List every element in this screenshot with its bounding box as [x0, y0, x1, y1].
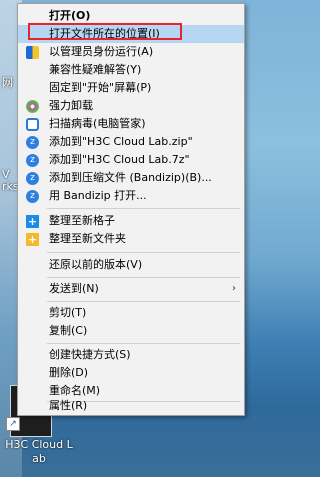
menu-item-send-to[interactable]: 发送到(N) › — [18, 280, 244, 298]
menu-item-label: 整理至新格子 — [49, 214, 115, 227]
bandizip-icon: z — [26, 190, 39, 203]
chevron-right-icon: › — [232, 283, 236, 294]
menu-item-label: 创建快捷方式(S) — [49, 348, 131, 361]
desktop-edge-text: 网 — [2, 76, 13, 89]
menu-item-label: 添加到"H3C Cloud Lab.zip" — [49, 135, 193, 148]
menu-separator — [47, 208, 240, 209]
menu-item-run-as-admin[interactable]: 以管理员身份运行(A) — [18, 43, 244, 61]
menu-item-label: 兼容性疑难解答(Y) — [49, 63, 142, 76]
menu-item-pin-to-start[interactable]: 固定到"开始"屏幕(P) — [18, 79, 244, 97]
menu-item-add-to-archive[interactable]: z 添加到压缩文件 (Bandizip)(B)... — [18, 169, 244, 187]
menu-item-label: 还原以前的版本(V) — [49, 258, 143, 271]
scan-shield-icon — [26, 118, 39, 131]
menu-item-label: 属性(R) — [49, 399, 88, 412]
desktop-icon-label[interactable]: H3C Cloud L ab — [4, 438, 74, 466]
menu-separator — [47, 343, 240, 344]
menu-item-label: 剪切(T) — [49, 306, 87, 319]
menu-item-label: 扫描病毒(电脑管家) — [49, 117, 146, 130]
menu-item-scan-virus[interactable]: 扫描病毒(电脑管家) — [18, 115, 244, 133]
menu-item-create-shortcut[interactable]: 创建快捷方式(S) — [18, 346, 244, 364]
context-menu: 打开(O) 打开文件所在的位置(I) 以管理员身份运行(A) 兼容性疑难解答(Y… — [17, 3, 245, 416]
uninstall-flower-icon — [26, 100, 39, 113]
menu-item-label: 复制(C) — [49, 324, 88, 337]
menu-item-organize-new-folder[interactable]: + 整理至新文件夹 — [18, 230, 244, 248]
menu-item-add-to-7z[interactable]: z 添加到"H3C Cloud Lab.7z" — [18, 151, 244, 169]
menu-item-label: 发送到(N) — [49, 282, 99, 295]
menu-item-troubleshoot-compatibility[interactable]: 兼容性疑难解答(Y) — [18, 61, 244, 79]
shortcut-arrow-icon: ↗ — [6, 417, 20, 431]
menu-item-label: 添加到"H3C Cloud Lab.7z" — [49, 153, 190, 166]
plus-icon: + — [26, 215, 39, 228]
menu-item-restore-previous-versions[interactable]: 还原以前的版本(V) — [18, 256, 244, 274]
menu-item-delete[interactable]: 删除(D) — [18, 364, 244, 382]
menu-item-label: 强力卸载 — [49, 99, 93, 112]
menu-item-label: 用 Bandizip 打开... — [49, 189, 147, 202]
menu-item-label: 以管理员身份运行(A) — [49, 45, 154, 58]
menu-item-label: 添加到压缩文件 (Bandizip)(B)... — [49, 171, 212, 184]
menu-item-label: 删除(D) — [49, 366, 89, 379]
menu-item-force-uninstall[interactable]: 强力卸载 — [18, 97, 244, 115]
uac-shield-icon — [26, 46, 39, 59]
menu-separator — [47, 277, 240, 278]
bandizip-icon: z — [26, 172, 39, 185]
annotation-highlight-box — [28, 23, 182, 40]
menu-item-label: 整理至新文件夹 — [49, 232, 126, 245]
menu-item-properties[interactable]: 属性(R) — [18, 397, 244, 415]
menu-item-add-to-zip[interactable]: z 添加到"H3C Cloud Lab.zip" — [18, 133, 244, 151]
folder-plus-icon: + — [26, 233, 39, 246]
menu-item-copy[interactable]: 复制(C) — [18, 322, 244, 340]
menu-item-organize-new-grid[interactable]: + 整理至新格子 — [18, 212, 244, 230]
bandizip-icon: z — [26, 154, 39, 167]
menu-separator — [47, 252, 240, 253]
bandizip-icon: z — [26, 136, 39, 149]
menu-separator — [47, 301, 240, 302]
menu-item-label: 固定到"开始"屏幕(P) — [49, 81, 152, 94]
menu-item-open-with-bandizip[interactable]: z 用 Bandizip 打开... — [18, 187, 244, 205]
menu-item-cut[interactable]: 剪切(T) — [18, 304, 244, 322]
